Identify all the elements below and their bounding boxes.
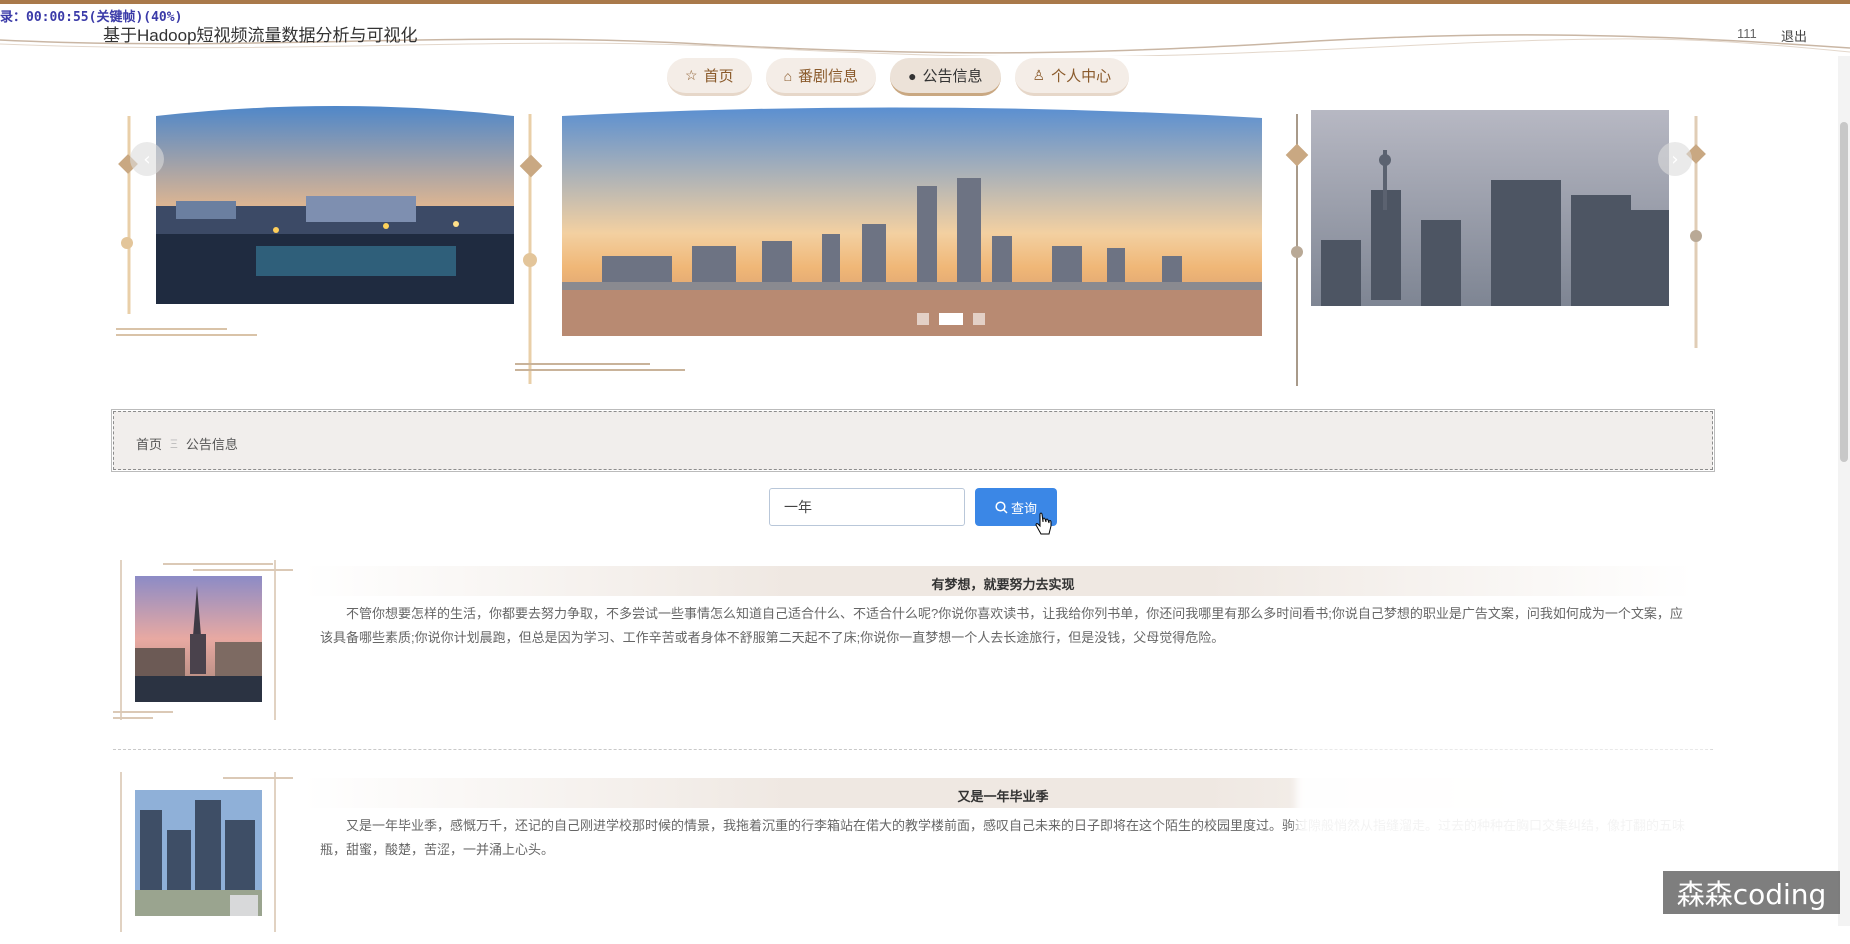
page-scrollbar[interactable] — [1838, 56, 1850, 926]
carousel-next-arrow[interactable]: › — [1658, 142, 1692, 176]
blurred-overlay — [1296, 748, 1712, 888]
chevron-left-icon: ‹ — [143, 148, 151, 170]
app-title: 基于Hadoop短视频流量数据分析与可视化 — [103, 26, 418, 45]
nav-item-label: 番剧信息 — [798, 68, 859, 85]
banner-carousel: ‹ › — [110, 104, 1710, 394]
carousel-dot-active[interactable] — [939, 313, 963, 325]
decor-line — [113, 717, 153, 719]
search-icon — [995, 500, 1008, 514]
info-icon: ● — [908, 67, 917, 84]
nav-item-label: 公告信息 — [922, 68, 983, 85]
office-buildings-image — [135, 790, 262, 916]
nav-item-home[interactable]: ☆ 首页 — [667, 58, 752, 96]
decor-line — [113, 711, 173, 713]
church-image — [135, 576, 262, 702]
watermark-label: 森森coding — [1663, 871, 1840, 914]
star-icon: ☆ — [685, 67, 698, 83]
city-skyline-image — [562, 107, 1262, 336]
carousel-slide-left[interactable] — [156, 106, 514, 304]
decor-line — [223, 777, 293, 779]
breadcrumb-current: 公告信息 — [185, 437, 238, 452]
news-title[interactable]: 有梦想，就要努力去实现 — [303, 574, 1703, 593]
news-summary: 不管你想要怎样的生活，你都要去努力争取，不多尝试一些事情怎么知道自己适合什么、不… — [320, 606, 1683, 645]
nav-item-announcements[interactable]: ● 公告信息 — [890, 58, 1001, 96]
city-aerial-image — [1311, 110, 1669, 306]
carousel-slide-active[interactable] — [562, 106, 1262, 336]
hand-cursor-icon — [1035, 512, 1052, 535]
news-title-bar: 有梦想，就要努力去实现 — [303, 566, 1693, 596]
scrollbar-thumb[interactable] — [1840, 122, 1848, 462]
nav-item-profile[interactable]: ♙ 个人中心 — [1014, 58, 1130, 96]
header: 录：00:00:55(关键帧)(40%) 基于Hadoop短视频流量数据分析与可… — [0, 4, 1850, 56]
nav-item-label: 个人中心 — [1051, 68, 1112, 85]
nav-item-label: 首页 — [703, 68, 734, 85]
carousel-dot[interactable] — [973, 313, 985, 325]
breadcrumb-home[interactable]: 首页 — [136, 434, 162, 453]
decor-line — [193, 569, 293, 571]
chevron-right-icon: › — [1671, 148, 1679, 170]
news-list-item[interactable]: 有梦想，就要努力去实现 不管你想要怎样的生活，你都要去努力争取，不多尝试一些事情… — [113, 560, 1713, 732]
breadcrumb: 首页 Ξ 公告信息 — [136, 434, 238, 453]
bag-icon: ⌂ — [783, 67, 793, 84]
user-icon: ♙ — [1032, 67, 1046, 83]
carousel-dot[interactable] — [917, 313, 929, 325]
carousel-indicators — [917, 313, 985, 325]
city-night-image — [156, 106, 514, 304]
main-nav: ☆ 首页 ⌂ 番剧信息 ● 公告信息 ♙ 个人中心 — [667, 58, 1130, 100]
news-thumbnail[interactable] — [135, 576, 262, 702]
carousel-slide-right[interactable] — [1311, 110, 1669, 306]
breadcrumb-separator: Ξ — [170, 436, 178, 451]
news-thumbnail[interactable] — [135, 790, 262, 916]
search-input[interactable] — [769, 488, 965, 526]
carousel-prev-arrow[interactable]: ‹ — [130, 142, 164, 176]
decor-line — [163, 563, 273, 565]
nav-item-anime-info[interactable]: ⌂ 番剧信息 — [765, 58, 877, 96]
logout-button[interactable]: 退出 — [1781, 26, 1807, 45]
breadcrumb-panel: 首页 Ξ 公告信息 — [111, 409, 1715, 472]
header-username[interactable]: 111 — [1737, 26, 1757, 41]
